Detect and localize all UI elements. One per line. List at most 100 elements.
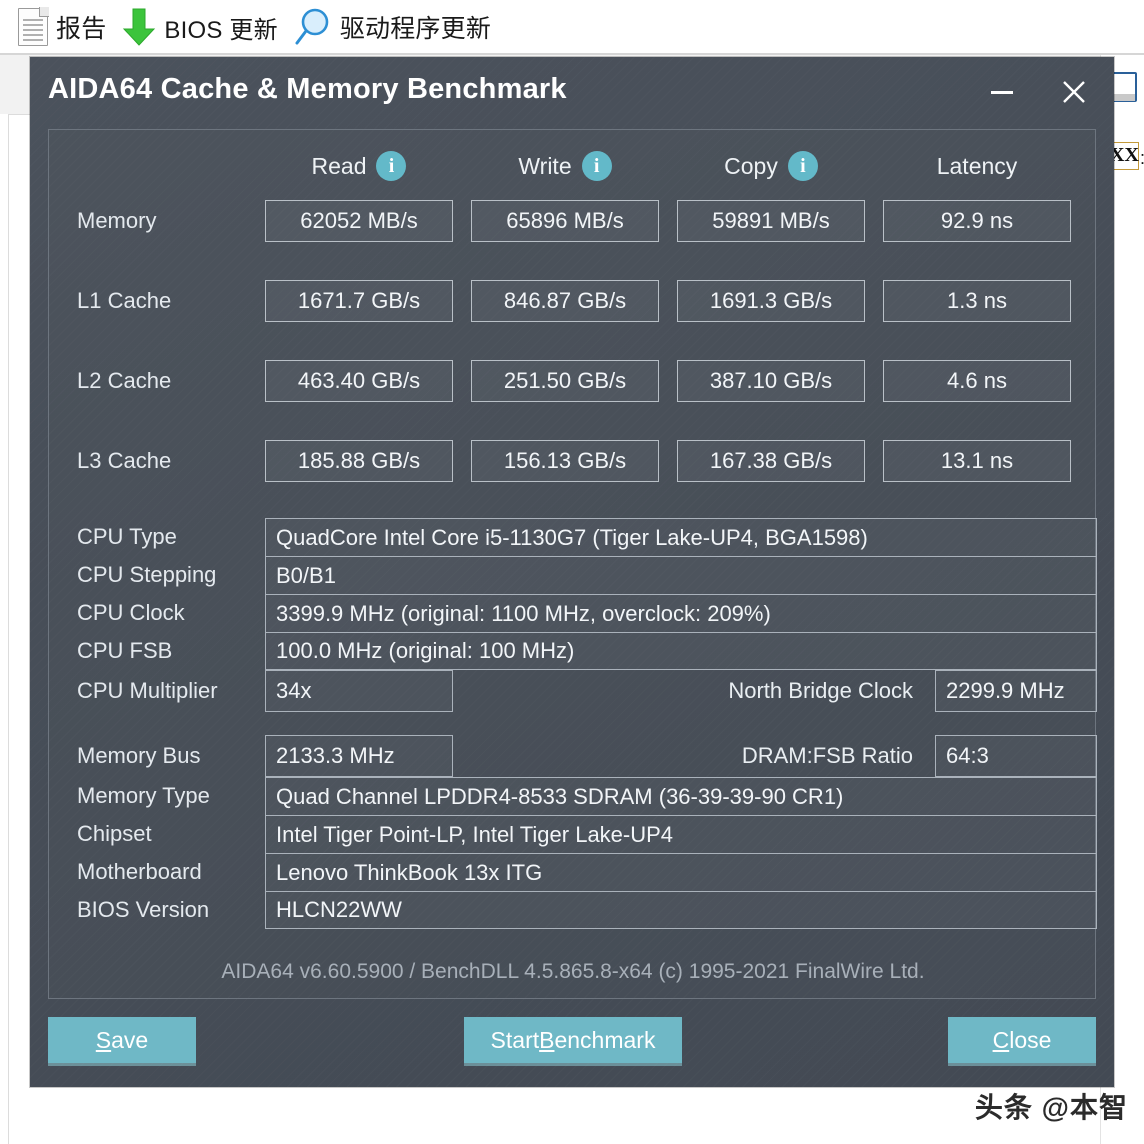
green-down-arrow-icon [123, 8, 156, 46]
info-label-chipset: Chipset [77, 821, 152, 846]
cell-l1-read: 1671.7 GB/s [265, 280, 453, 322]
info-label-cpu-clock: CPU Clock [77, 600, 185, 625]
table-row: L2 Cache 463.40 GB/s 251.50 GB/s 387.10 … [49, 360, 1097, 402]
save-button[interactable]: Save [48, 1017, 196, 1063]
column-header-write-label: Write [518, 152, 572, 179]
cell-memory-latency: 92.9 ns [883, 200, 1071, 242]
info-label-north-bridge-clock: North Bridge Clock [728, 678, 913, 703]
info-label-bios-version: BIOS Version [77, 897, 210, 922]
toolbar-item-report[interactable]: 报告 [10, 4, 114, 50]
row-label-l1-cache: L1 Cache [77, 288, 172, 313]
info-value-chipset: Intel Tiger Point-LP, Intel Tiger Lake-U… [265, 815, 1097, 853]
dialog-content-panel: Read i Write i Copy i Latency Memory 620… [48, 129, 1097, 999]
info-label-memory-type: Memory Type [77, 783, 210, 808]
info-label-motherboard: Motherboard [77, 859, 202, 884]
info-icon-write[interactable]: i [581, 151, 612, 181]
cell-memory-write: 65896 MB/s [471, 200, 659, 242]
info-row-cpu-fsb: CPU FSB 100.0 MHz (original: 100 MHz) [49, 632, 1097, 670]
info-row-memory-type: Memory Type Quad Channel LPDDR4-8533 SDR… [49, 777, 1097, 815]
toolbar-item-driver-update[interactable]: 驱动程序更新 [286, 4, 499, 50]
info-label-cpu-fsb: CPU FSB [77, 638, 173, 663]
row-label-memory: Memory [77, 208, 157, 233]
close-icon [1063, 81, 1085, 103]
cell-memory-copy: 59891 MB/s [677, 200, 865, 242]
table-row: L1 Cache 1671.7 GB/s 846.87 GB/s 1691.3 … [49, 280, 1097, 322]
close-button[interactable]: Close [948, 1017, 1096, 1063]
info-value-memory-type: Quad Channel LPDDR4-8533 SDRAM (36-39-39… [265, 777, 1097, 815]
column-header-latency: Latency [883, 153, 1071, 180]
cell-l1-latency: 1.3 ns [883, 280, 1071, 322]
cell-l3-read: 185.88 GB/s [265, 440, 453, 482]
cell-l3-write: 156.13 GB/s [471, 440, 659, 482]
cell-l2-read: 463.40 GB/s [265, 360, 453, 402]
info-value-north-bridge-clock: 2299.9 MHz [935, 670, 1097, 712]
info-row-memory-bus: Memory Bus 2133.3 MHz DRAM:FSB Ratio 64:… [49, 735, 1097, 777]
info-value-cpu-multiplier: 34x [265, 670, 453, 712]
info-value-memory-bus: 2133.3 MHz [265, 735, 453, 777]
info-value-motherboard: Lenovo ThinkBook 13x ITG [265, 853, 1097, 891]
start-button-pre: Start [490, 1026, 540, 1053]
start-benchmark-button[interactable]: Start Benchmark [464, 1017, 682, 1063]
info-value-cpu-fsb: 100.0 MHz (original: 100 MHz) [265, 632, 1097, 670]
host-toolbar: 报告 BIOS 更新 驱动程序更新 [0, 0, 1144, 54]
document-icon [18, 7, 49, 46]
cell-l3-latency: 13.1 ns [883, 440, 1071, 482]
table-row: Memory 62052 MB/s 65896 MB/s 59891 MB/s … [49, 200, 1097, 242]
cell-l2-write: 251.50 GB/s [471, 360, 659, 402]
save-button-accel: S [95, 1026, 112, 1053]
cell-memory-read: 62052 MB/s [265, 200, 453, 242]
info-label-cpu-stepping: CPU Stepping [77, 562, 217, 587]
info-row-chipset: Chipset Intel Tiger Point-LP, Intel Tige… [49, 815, 1097, 853]
info-label-cpu-multiplier: CPU Multiplier [77, 678, 218, 703]
info-row-cpu-multiplier: CPU Multiplier 34x North Bridge Clock 22… [49, 670, 1097, 712]
info-value-cpu-stepping: B0/B1 [265, 556, 1097, 594]
toolbar-item-bios-update[interactable]: BIOS 更新 [114, 4, 285, 50]
row-label-l3-cache: L3 Cache [77, 448, 172, 473]
cell-l2-copy: 387.10 GB/s [677, 360, 865, 402]
benchmark-table: Read i Write i Copy i Latency Memory 620… [49, 138, 1097, 482]
memory-info-table: Memory Bus 2133.3 MHz DRAM:FSB Ratio 64:… [49, 735, 1097, 929]
cell-l1-write: 846.87 GB/s [471, 280, 659, 322]
start-button-post: enchmark [554, 1026, 656, 1053]
column-header-read: Read i [265, 151, 453, 181]
toolbar-item-driver-update-label: 驱动程序更新 [339, 15, 492, 43]
close-button-post: lose [1009, 1026, 1052, 1053]
dialog-button-bar: Save Start Benchmark Close [48, 1017, 1096, 1063]
dialog-titlebar: AIDA64 Cache & Memory Benchmark [30, 57, 1114, 127]
info-row-cpu-clock: CPU Clock 3399.9 MHz (original: 1100 MHz… [49, 594, 1097, 632]
info-row-cpu-stepping: CPU Stepping B0/B1 [49, 556, 1097, 594]
info-row-motherboard: Motherboard Lenovo ThinkBook 13x ITG [49, 853, 1097, 891]
row-label-l2-cache: L2 Cache [77, 368, 172, 393]
cell-l2-latency: 4.6 ns [883, 360, 1071, 402]
info-label-cpu-type: CPU Type [77, 524, 177, 549]
column-header-latency-label: Latency [936, 152, 1018, 179]
toolbar-item-bios-update-label: BIOS 更新 [164, 16, 278, 44]
toolbar-divider [0, 53, 1144, 55]
aida64-benchmark-dialog: AIDA64 Cache & Memory Benchmark Read i W… [30, 57, 1114, 1087]
column-header-read-label: Read [311, 152, 367, 179]
benchmark-header-row: Read i Write i Copy i Latency [49, 138, 1097, 194]
info-row-cpu-type: CPU Type QuadCore Intel Core i5-1130G7 (… [49, 518, 1097, 556]
table-row: L3 Cache 185.88 GB/s 156.13 GB/s 167.38 … [49, 440, 1097, 482]
background-colon: : [1140, 148, 1144, 169]
minimize-icon [991, 90, 1013, 94]
dialog-title: AIDA64 Cache & Memory Benchmark [48, 73, 567, 105]
watermark: 头条 @本智 [974, 1092, 1128, 1123]
cpu-info-table: CPU Type QuadCore Intel Core i5-1130G7 (… [49, 518, 1097, 712]
toolbar-item-report-label: 报告 [56, 15, 107, 43]
version-footer: AIDA64 v6.60.5900 / BenchDLL 4.5.865.8-x… [221, 960, 925, 983]
background-window-icon [1111, 72, 1137, 102]
start-button-accel: B [539, 1026, 555, 1053]
magnifier-icon [295, 8, 329, 45]
info-icon-copy[interactable]: i [787, 151, 818, 181]
save-button-post: ave [111, 1026, 149, 1053]
info-value-bios-version: HLCN22WW [265, 891, 1097, 929]
column-header-copy-label: Copy [724, 152, 778, 179]
info-value-dram-fsb-ratio: 64:3 [935, 735, 1097, 777]
close-window-button[interactable] [1048, 69, 1100, 115]
cell-l1-copy: 1691.3 GB/s [677, 280, 865, 322]
minimize-button[interactable] [976, 69, 1028, 115]
info-value-cpu-type: QuadCore Intel Core i5-1130G7 (Tiger Lak… [265, 518, 1097, 556]
info-row-bios-version: BIOS Version HLCN22WW [49, 891, 1097, 929]
info-icon-read[interactable]: i [376, 151, 407, 181]
